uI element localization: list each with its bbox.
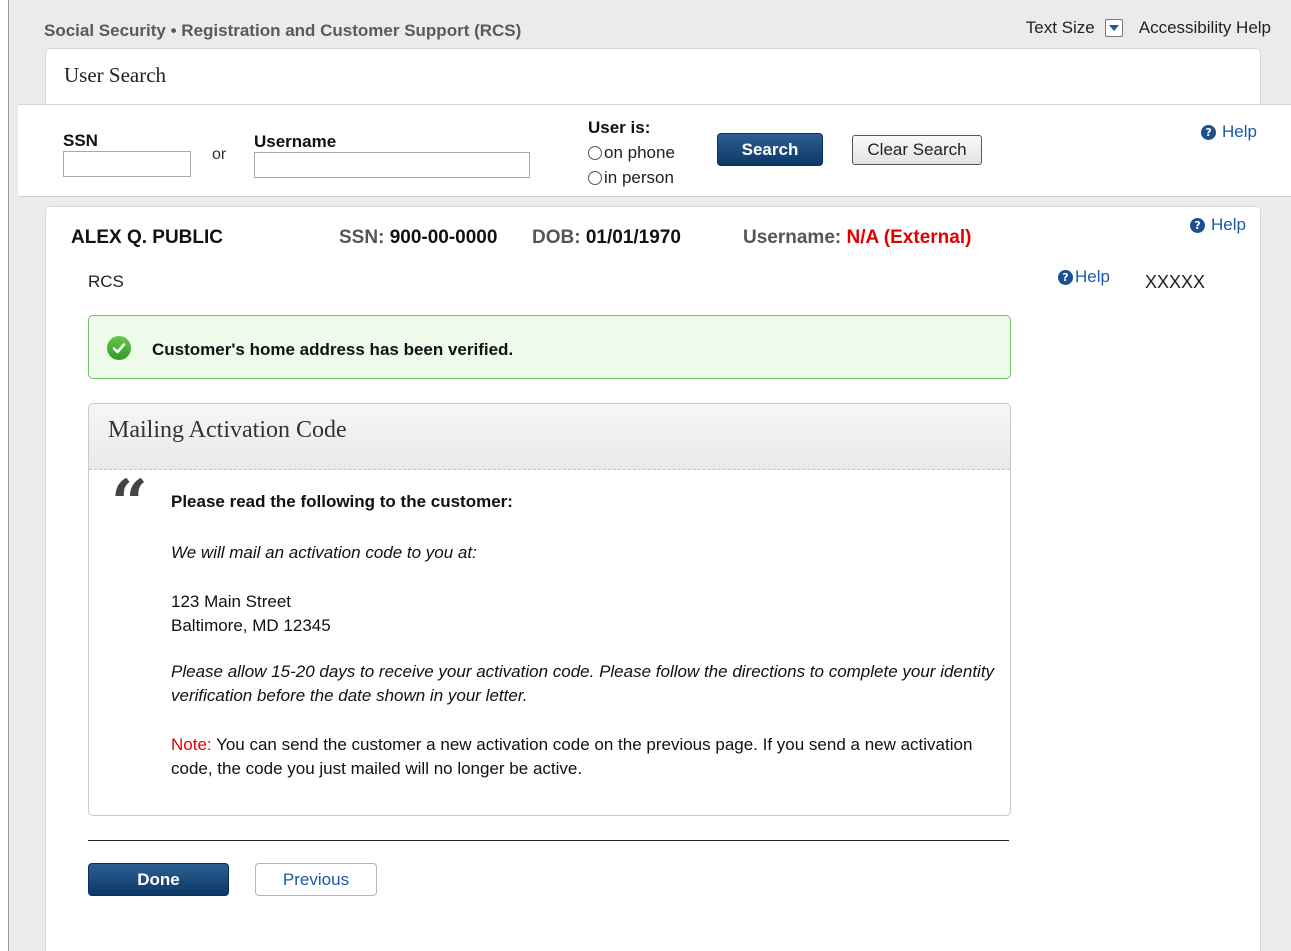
accessibility-help-link[interactable]: Accessibility Help [1139,18,1271,38]
allow-days-text: Please allow 15-20 days to receive your … [171,662,995,705]
customer-card: ? Help ALEX Q. PUBLIC SSN: 900-00-0000 D… [45,206,1261,951]
text-size-dropdown[interactable] [1104,19,1123,37]
radio-circle-icon[interactable] [588,171,602,185]
quote-icon: “ [111,466,148,541]
help-icon: ? [1201,124,1217,140]
radio-in-person[interactable]: in person [588,168,674,188]
mail-intro-text: We will mail an activation code to you a… [171,543,477,562]
note-text: Note: You can send the customer a new ac… [171,733,1001,781]
ssn-input[interactable] [63,151,191,177]
checkmark-icon [112,343,126,354]
customer-name: ALEX Q. PUBLIC [71,227,224,248]
search-help-link[interactable]: ? Help [1201,122,1257,142]
rcs-help-link[interactable]: ? Help [1058,267,1110,287]
radio-circle-icon[interactable] [588,146,602,160]
note-body: You can send the customer a new activati… [171,735,973,778]
customer-ssn: SSN: 900-00-0000 [339,227,497,249]
help-icon: ? [1058,269,1073,285]
ssn-info-label: SSN: [339,227,385,248]
rcs-code: XXXXX [1145,272,1206,292]
clear-search-button[interactable]: Clear Search [852,135,982,165]
ssn-label: SSN [63,131,98,150]
check-circle-icon [107,336,131,360]
username-info-value: N/A (External) [846,227,972,248]
chevron-down-icon [1108,25,1119,31]
mailing-activation-panel: Mailing Activation Code “ Please read th… [88,403,1011,816]
dob-value: 01/01/1970 [585,227,681,248]
panel-header: Mailing Activation Code [89,404,1010,470]
top-bar-tools: Text Size Accessibility Help [1026,18,1271,38]
help-label: Help [1211,215,1246,234]
dob-label: DOB: [532,227,581,248]
radio-in-person-label: in person [604,168,674,187]
success-alert: Customer's home address has been verifie… [88,315,1011,379]
help-icon: ? [1190,217,1206,233]
username-input[interactable] [254,152,530,178]
customer-help-link[interactable]: ? Help [1190,215,1246,235]
username-info-label: Username: [743,227,842,248]
user-is-label: User is: [588,118,651,137]
panel-title: Mailing Activation Code [108,417,347,443]
user-search-title: User Search [64,63,167,87]
help-label: Help [1075,267,1110,286]
note-label: Note: [171,735,212,754]
app-frame: Social Security • Registration and Custo… [8,0,1291,951]
done-button[interactable]: Done [88,863,229,896]
customer-dob: DOB: 01/01/1970 [532,227,681,249]
address-line-1: 123 Main Street [171,592,292,611]
divider [88,840,1009,841]
address-line-2: Baltimore, MD 12345 [171,616,331,635]
top-bar: Social Security • Registration and Custo… [44,18,1271,42]
ssn-info-value: 900-00-0000 [389,227,498,248]
help-label: Help [1222,122,1257,141]
user-search-header: User Search [45,48,1261,106]
text-size-label: Text Size [1025,18,1095,37]
or-label: or [212,146,227,163]
previous-button[interactable]: Previous [255,863,377,896]
read-prompt: Please read the following to the custome… [171,492,513,511]
success-message: Customer's home address has been verifie… [152,340,514,359]
username-label: Username [254,132,337,151]
rcs-label: RCS [88,272,124,291]
search-form: SSN or Username User is: on phone in per… [18,104,1291,197]
customer-username: Username: N/A (External) [743,227,971,249]
radio-on-phone[interactable]: on phone [588,143,675,163]
search-button[interactable]: Search [717,133,823,166]
radio-on-phone-label: on phone [604,143,675,162]
app-title: Social Security • Registration and Custo… [44,21,522,40]
mailing-address: 123 Main Street Baltimore, MD 12345 [171,590,1001,638]
